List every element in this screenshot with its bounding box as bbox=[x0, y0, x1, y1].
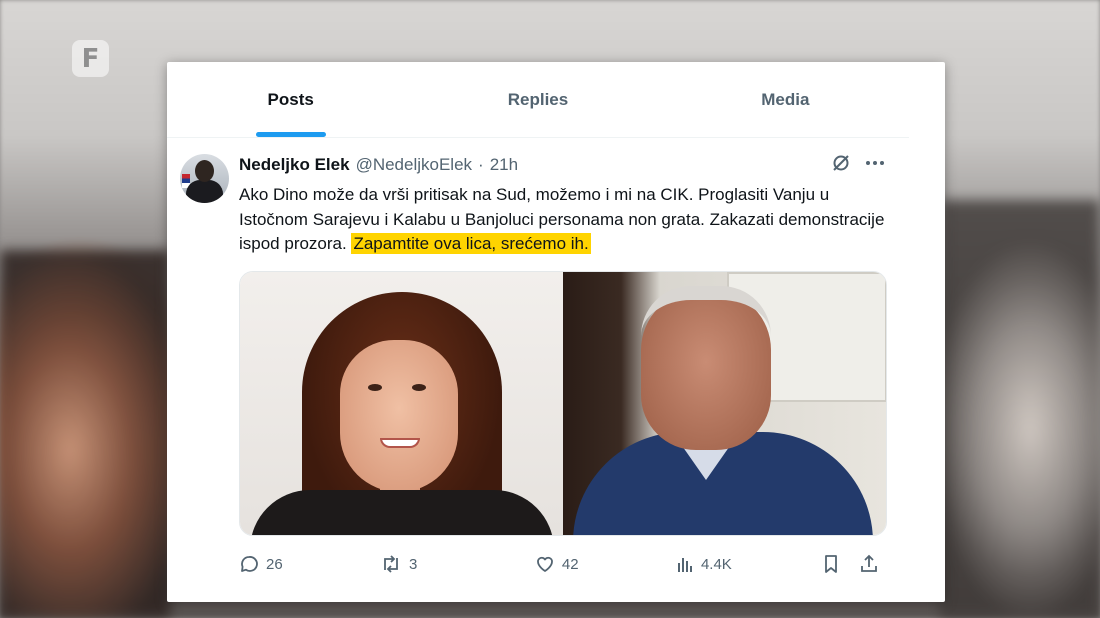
channel-logo: F bbox=[72, 40, 109, 77]
tab-posts[interactable]: Posts bbox=[167, 62, 414, 137]
tweet-card: Posts Replies Media Nedeljko Elek @Nedel… bbox=[167, 62, 945, 602]
photo-shoulders bbox=[250, 490, 554, 535]
media-photo-woman[interactable] bbox=[240, 272, 563, 535]
heart-icon bbox=[535, 554, 555, 574]
views-chart-icon bbox=[676, 555, 694, 573]
photo-eye bbox=[368, 384, 382, 391]
tab-media-label: Media bbox=[761, 89, 810, 109]
repost-icon bbox=[380, 554, 402, 574]
blurred-person-right bbox=[940, 200, 1100, 618]
reply-button[interactable]: 26 bbox=[239, 554, 380, 574]
avatar[interactable] bbox=[180, 154, 229, 203]
views-count: 4.4K bbox=[700, 555, 732, 573]
media-photo-man[interactable] bbox=[563, 272, 886, 535]
tweet-text: Ako Dino može da vrši pritisak na Sud, m… bbox=[239, 183, 889, 257]
bookmark-button[interactable] bbox=[822, 554, 859, 574]
avatar-body bbox=[186, 180, 223, 203]
tab-media[interactable]: Media bbox=[662, 62, 909, 137]
tab-replies-label: Replies bbox=[507, 89, 569, 109]
tab-replies[interactable]: Replies bbox=[414, 62, 661, 137]
grok-icon[interactable] bbox=[831, 153, 851, 173]
tweet-time[interactable]: 21h bbox=[490, 155, 518, 175]
share-button[interactable] bbox=[859, 554, 889, 574]
tweet-header: Nedeljko Elek @NedeljkoElek · 21h bbox=[239, 155, 518, 177]
tweet-actions: 26 3 42 4.4K bbox=[239, 552, 889, 576]
photo-face bbox=[340, 340, 458, 492]
reply-count: 26 bbox=[266, 555, 283, 573]
tweet-media[interactable] bbox=[239, 271, 887, 536]
like-count: 42 bbox=[561, 555, 579, 573]
views-button[interactable]: 4.4K bbox=[676, 555, 822, 573]
reply-icon bbox=[239, 554, 259, 574]
profile-tabs: Posts Replies Media bbox=[167, 62, 909, 138]
share-icon bbox=[859, 554, 879, 574]
separator-dot: · bbox=[478, 155, 484, 174]
blurred-person-left bbox=[0, 250, 170, 618]
author-name[interactable]: Nedeljko Elek bbox=[239, 155, 350, 175]
tweet-text-highlight: Zapamtite ova lica, srećemo ih. bbox=[351, 233, 591, 254]
author-handle[interactable]: @NedeljkoElek bbox=[356, 155, 472, 175]
like-button[interactable]: 42 bbox=[535, 554, 676, 574]
photo-eye bbox=[412, 384, 426, 391]
repost-count: 3 bbox=[409, 555, 418, 573]
tweet-header-icons bbox=[831, 153, 885, 173]
tab-posts-label: Posts bbox=[267, 89, 314, 109]
more-options-icon[interactable] bbox=[865, 160, 885, 166]
avatar-head bbox=[195, 160, 214, 182]
photo-mouth bbox=[380, 438, 420, 448]
active-tab-indicator bbox=[255, 132, 326, 137]
bookmark-icon bbox=[822, 554, 840, 574]
repost-button[interactable]: 3 bbox=[380, 554, 535, 574]
